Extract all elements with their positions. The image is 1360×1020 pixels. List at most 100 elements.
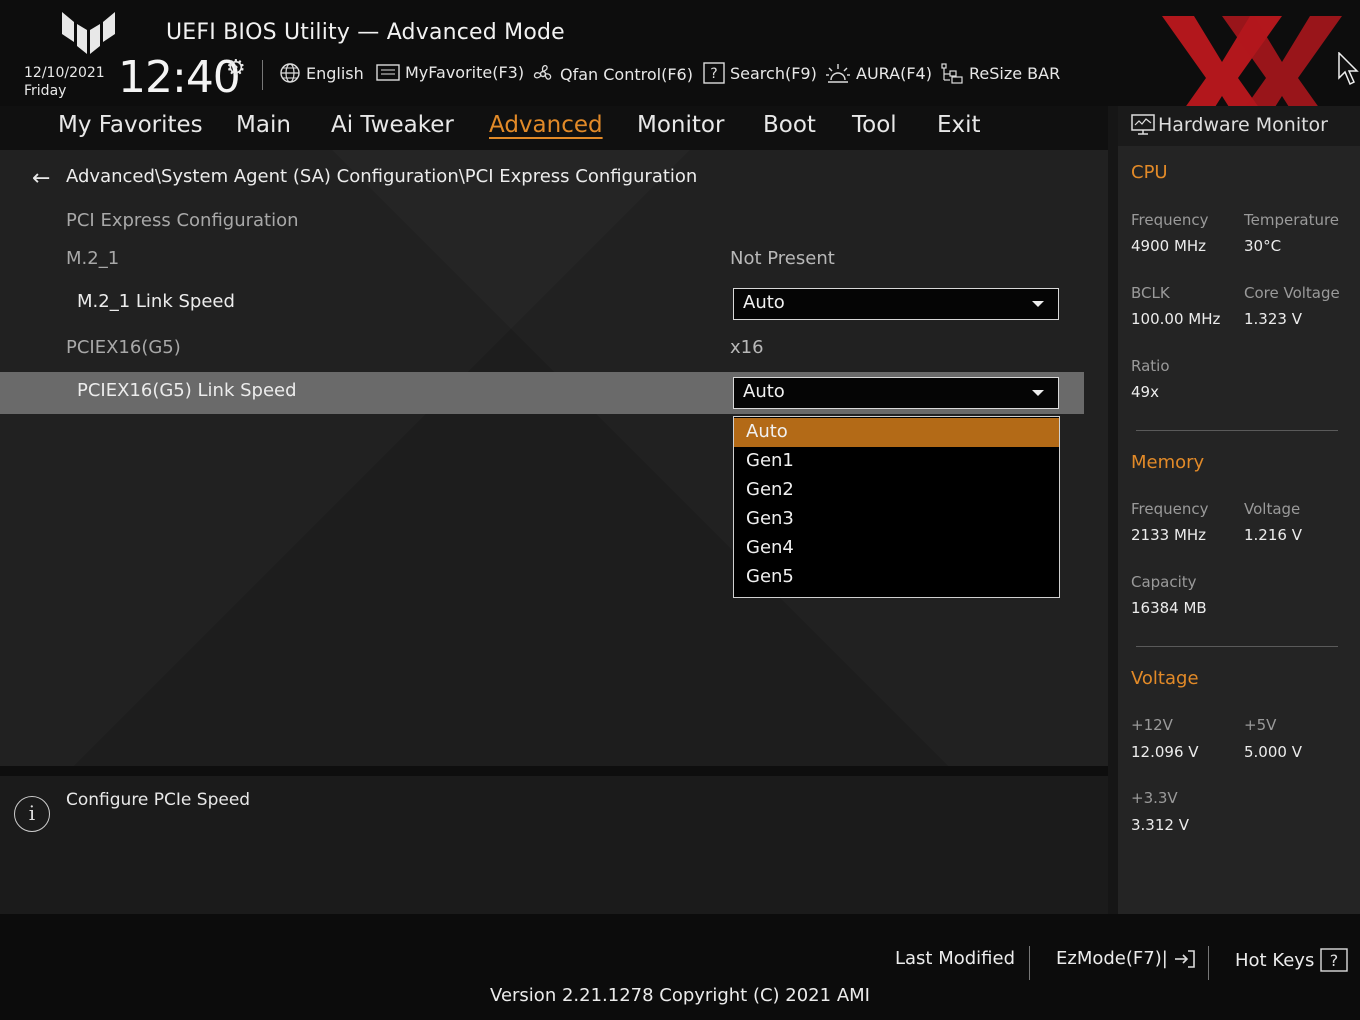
- language-button[interactable]: English: [279, 62, 364, 84]
- v12-label: +12V: [1131, 716, 1173, 734]
- link-speed-dropdown-menu: Auto Gen1 Gen2 Gen3 Gen4 Gen5: [733, 416, 1060, 598]
- cpu-frequency-label: Frequency: [1131, 211, 1209, 229]
- dropdown-option-gen5[interactable]: Gen5: [734, 563, 1059, 592]
- caret-down-icon: [1032, 301, 1044, 307]
- core-voltage-value: 1.323 V: [1244, 310, 1302, 328]
- hw-divider: [1136, 430, 1338, 431]
- qfan-label: Qfan Control(F6): [560, 64, 693, 84]
- ezmode-label: EzMode(F7)|: [1056, 948, 1168, 969]
- myfavorite-label: MyFavorite(F3): [405, 62, 525, 82]
- qfan-button[interactable]: Qfan Control(F6): [531, 62, 693, 86]
- cpu-heading: CPU: [1131, 162, 1168, 183]
- hot-keys-button[interactable]: Hot Keys ?: [1235, 948, 1349, 972]
- language-label: English: [306, 63, 364, 83]
- pciex16-link-speed-label[interactable]: PCIEX16(G5) Link Speed: [77, 380, 297, 401]
- monitor-icon: [1131, 114, 1155, 135]
- caret-down-icon: [1032, 390, 1044, 396]
- svg-text:?: ?: [710, 66, 717, 82]
- tab-monitor[interactable]: Monitor: [637, 112, 724, 138]
- v33-label: +3.3V: [1131, 789, 1178, 807]
- day-text: Friday: [24, 83, 67, 99]
- aura-light-icon: [826, 64, 850, 83]
- memory-heading: Memory: [1131, 452, 1205, 473]
- tab-my-favorites[interactable]: My Favorites: [58, 112, 203, 138]
- myfavorite-button[interactable]: MyFavorite(F3): [376, 62, 524, 82]
- cpu-frequency-value: 4900 MHz: [1131, 237, 1207, 255]
- help-search-icon: ?: [703, 62, 725, 84]
- fan-icon: [533, 65, 552, 80]
- m2-1-link-speed-value: Auto: [743, 292, 785, 313]
- header-divider: [262, 60, 263, 90]
- pciex16-link-speed-select[interactable]: Auto: [733, 377, 1059, 409]
- memory-frequency-label: Frequency: [1131, 500, 1209, 518]
- clock: 12:40: [118, 52, 241, 103]
- svg-text:?: ?: [1330, 951, 1339, 970]
- memory-frequency-value: 2133 MHz: [1131, 526, 1207, 544]
- v5-label: +5V: [1244, 716, 1277, 734]
- footer-divider: [1029, 946, 1030, 980]
- ezmode-button[interactable]: EzMode(F7)|: [1056, 948, 1196, 969]
- aura-button[interactable]: AURA(F4): [825, 62, 932, 84]
- hot-keys-label: Hot Keys: [1235, 949, 1315, 971]
- tab-main[interactable]: Main: [236, 112, 291, 138]
- aura-label: AURA(F4): [856, 63, 932, 83]
- help-icon: ?: [1320, 948, 1349, 972]
- footer-divider: [1208, 946, 1209, 980]
- tab-boot[interactable]: Boot: [763, 112, 816, 138]
- capacity-value: 16384 MB: [1131, 599, 1207, 617]
- m2-1-link-speed-label[interactable]: M.2_1 Link Speed: [77, 291, 235, 312]
- resize-bar-label: ReSize BAR: [969, 63, 1061, 83]
- hardware-monitor-title: Hardware Monitor: [1158, 114, 1328, 136]
- m2-1-status: Not Present: [730, 248, 835, 269]
- memory-voltage-label: Voltage: [1244, 500, 1301, 518]
- section-title: PCI Express Configuration: [66, 210, 299, 231]
- tab-advanced[interactable]: Advanced: [489, 112, 603, 138]
- core-voltage-label: Core Voltage: [1244, 284, 1340, 302]
- dropdown-option-gen1[interactable]: Gen1: [734, 447, 1059, 476]
- m2-1-label: M.2_1: [66, 248, 120, 269]
- dropdown-option-gen2[interactable]: Gen2: [734, 476, 1059, 505]
- favorite-list-icon: [376, 64, 400, 81]
- back-arrow-icon[interactable]: ←: [32, 166, 50, 191]
- gear-icon[interactable]: ⚙: [226, 56, 246, 81]
- breadcrumb: Advanced\System Agent (SA) Configuration…: [66, 166, 698, 187]
- app-title: UEFI BIOS Utility — Advanced Mode: [166, 20, 565, 45]
- v33-value: 3.312 V: [1131, 816, 1189, 834]
- memory-voltage-value: 1.216 V: [1244, 526, 1302, 544]
- v5-value: 5.000 V: [1244, 743, 1302, 761]
- bclk-label: BCLK: [1131, 284, 1170, 302]
- info-divider: [0, 766, 1108, 776]
- bclk-value: 100.00 MHz: [1131, 310, 1221, 328]
- search-button[interactable]: ? Search(F9): [703, 62, 817, 84]
- mouse-cursor-icon: [1338, 52, 1359, 86]
- info-icon: i: [14, 796, 50, 832]
- help-text: Configure PCIe Speed: [66, 790, 251, 810]
- tab-tool[interactable]: Tool: [852, 112, 897, 138]
- last-modified-button[interactable]: Last Modified: [895, 948, 1015, 969]
- tab-ai-tweaker[interactable]: Ai Tweaker: [331, 112, 454, 138]
- tab-exit[interactable]: Exit: [937, 112, 981, 138]
- dropdown-option-gen3[interactable]: Gen3: [734, 505, 1059, 534]
- cpu-temperature-value: 30°C: [1244, 237, 1282, 255]
- resize-bar-icon: [941, 63, 963, 84]
- version-text: Version 2.21.1278 Copyright (C) 2021 AMI: [490, 985, 870, 1006]
- pciex16-width: x16: [730, 337, 764, 358]
- date-text: 12/10/2021: [24, 65, 105, 81]
- globe-icon: [280, 63, 300, 83]
- dropdown-option-gen4[interactable]: Gen4: [734, 534, 1059, 563]
- hw-divider: [1136, 646, 1338, 647]
- exit-arrow-icon: [1174, 949, 1195, 968]
- pciex16-link-speed-value: Auto: [743, 381, 785, 402]
- search-label: Search(F9): [730, 63, 817, 83]
- resize-bar-button[interactable]: ReSize BAR: [940, 62, 1060, 84]
- dropdown-option-auto[interactable]: Auto: [734, 418, 1059, 447]
- date-display: 12/10/2021 Friday: [24, 64, 105, 100]
- m2-1-link-speed-select[interactable]: Auto: [733, 288, 1059, 320]
- pciex16-label: PCIEX16(G5): [66, 337, 181, 358]
- ratio-label: Ratio: [1131, 357, 1170, 375]
- ratio-value: 49x: [1131, 383, 1159, 401]
- tuf-logo-icon: [62, 12, 115, 54]
- last-modified-label: Last Modified: [895, 948, 1016, 969]
- voltage-heading: Voltage: [1131, 668, 1199, 689]
- cpu-temperature-label: Temperature: [1244, 211, 1340, 229]
